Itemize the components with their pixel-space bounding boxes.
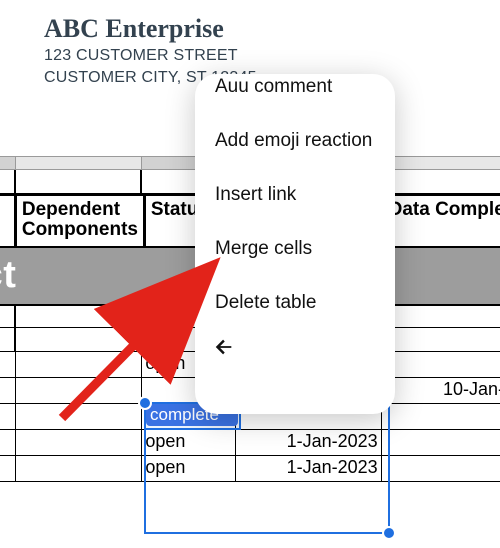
header-cell[interactable] bbox=[0, 194, 15, 248]
header-data-complete[interactable]: Data Comple bbox=[382, 194, 500, 248]
menu-insert-link[interactable]: Insert link bbox=[195, 168, 395, 222]
date-cell[interactable] bbox=[381, 456, 500, 482]
address-line-1: 123 CUSTOMER STREET bbox=[44, 46, 500, 66]
context-menu: Auu comment Add emoji reaction Insert li… bbox=[195, 74, 395, 414]
date-cell[interactable]: 1-Jan-2023 bbox=[235, 456, 381, 482]
menu-add-comment[interactable]: Auu comment bbox=[195, 76, 395, 114]
date-cell[interactable] bbox=[381, 404, 500, 430]
header-dependent-components[interactable]: Dependent Components bbox=[15, 194, 144, 248]
table-row[interactable]: open 1-Jan-2023 bbox=[0, 430, 500, 456]
table-row[interactable]: open 1-Jan-2023 bbox=[0, 456, 500, 482]
menu-add-emoji-reaction[interactable]: Add emoji reaction bbox=[195, 114, 395, 168]
company-name: ABC Enterprise bbox=[44, 14, 500, 44]
status-cell[interactable]: open bbox=[141, 430, 234, 456]
date-cell[interactable]: 1-Jan-2023 bbox=[235, 430, 381, 456]
status-cell[interactable]: open bbox=[141, 456, 234, 482]
menu-delete-table[interactable]: Delete table bbox=[195, 276, 395, 330]
arrow-left-icon bbox=[213, 336, 235, 358]
section-banner-label: ect bbox=[0, 254, 16, 297]
date-cell[interactable] bbox=[381, 352, 500, 378]
selection-handle-bottom-right[interactable] bbox=[382, 526, 396, 540]
menu-back-button[interactable] bbox=[195, 330, 395, 367]
menu-merge-cells[interactable]: Merge cells bbox=[195, 222, 395, 276]
date-cell[interactable] bbox=[381, 430, 500, 456]
date-cell[interactable]: 10-Jan-2 bbox=[381, 378, 500, 404]
